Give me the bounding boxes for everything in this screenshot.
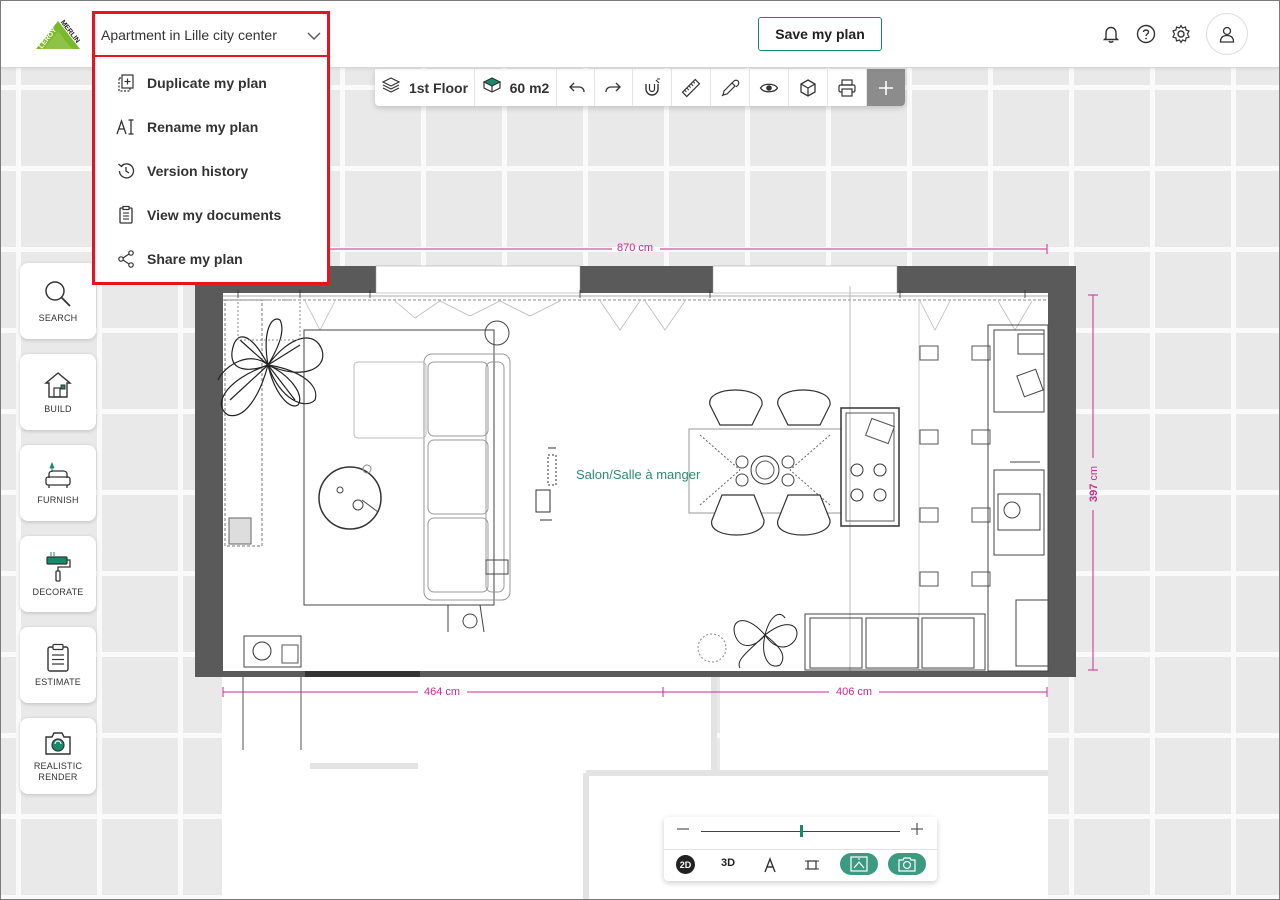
3d-object-button[interactable] [789,69,828,106]
menu-item-label: View my documents [147,207,282,223]
view-2d-button[interactable]: 2D [676,855,695,874]
fit-selection-button[interactable] [803,856,821,874]
divider [664,849,937,850]
save-plan-button[interactable]: Save my plan [758,17,882,51]
dimension-bottom-left-unit: cm [445,686,461,698]
zoom-slider-handle[interactable] [799,825,803,837]
snapshot-button[interactable] [888,853,926,875]
dimension-bottom-right-unit: cm [857,686,873,698]
menu-item-label: Version history [147,163,249,179]
duplicate-icon [115,72,137,94]
plus-icon [879,80,893,95]
dimension-right: 397 cm [1088,466,1100,502]
dimension-bottom-left: 464 cm [424,686,460,698]
dimension-top-value: 870 [617,242,636,254]
history-icon [115,160,137,182]
undo-button[interactable] [557,69,595,106]
menu-item-duplicate[interactable]: Duplicate my plan [95,61,327,105]
zoom-in-button[interactable] [910,822,924,841]
zoom-out-button[interactable] [676,822,690,841]
menu-item-label: Share my plan [147,251,243,267]
gear-icon[interactable] [1169,22,1193,46]
user-avatar-button[interactable] [1206,13,1248,55]
help-icon[interactable] [1134,22,1158,46]
eye-icon [759,83,779,92]
plan-options-menu: Duplicate my plan Rename my plan Version… [92,57,330,285]
rename-icon [115,116,137,138]
room-label[interactable]: Salon/Salle à manger [576,467,700,482]
dimension-bottom-right-value: 406 [836,686,855,698]
user-icon [1219,26,1235,43]
dimension-right-unit: cm [1088,465,1101,481]
plan-title: Apartment in Lille city center [101,26,277,43]
redo-icon [604,82,621,92]
view-controls-panel: 2D 3D [664,817,937,881]
eyedropper-icon [721,79,740,96]
view-3d-button[interactable]: 3D [721,857,735,869]
share-icon [115,248,137,270]
dimension-top: 870 cm [617,242,653,254]
text-a-icon [764,857,776,873]
magnet-icon [645,78,660,96]
cube-icon [800,78,816,97]
fit-to-screen-button[interactable] [840,853,878,875]
menu-item-documents[interactable]: View my documents [95,193,327,237]
redo-button[interactable] [595,69,633,106]
visibility-button[interactable] [750,69,789,106]
fit-screen-icon [850,856,868,872]
floor-selector[interactable]: 1st Floor [375,69,475,106]
printer-icon [838,78,856,97]
dimension-bottom-right: 406 cm [836,686,872,698]
dimension-right-value: 397 [1088,483,1101,503]
plan-toolbar: 1st Floor 60 m2 [375,69,905,106]
add-button[interactable] [867,69,905,106]
area-display[interactable]: 60 m2 [475,69,557,106]
floor-icon [381,76,401,99]
dimension-bottom-left-value: 464 [424,686,443,698]
annotation-tool-button[interactable] [761,856,779,874]
menu-item-label: Duplicate my plan [147,75,267,91]
minus-icon [677,828,689,830]
undo-icon [568,82,585,92]
print-button[interactable] [828,69,867,106]
menu-item-share[interactable]: Share my plan [95,237,327,281]
plan-title-dropdown[interactable]: Apartment in Lille city center [92,11,330,58]
floor-label: 1st Floor [408,79,469,96]
chevron-up-icon [307,28,321,46]
menu-item-rename[interactable]: Rename my plan [95,105,327,149]
lower-room-right [720,676,1048,776]
frame-select-icon [805,860,819,870]
view-mode-row: 2D 3D [664,853,937,877]
eyedropper-button[interactable] [711,69,750,106]
magnet-snap-button[interactable] [633,69,672,106]
brand-logo[interactable]: LEROY MERLIN [32,15,80,51]
measure-button[interactable] [672,69,711,106]
plus-icon [911,823,923,835]
dimension-top-unit: cm [638,242,654,254]
ruler-icon [681,78,701,97]
documents-icon [115,204,137,226]
area-label: 60 m2 [509,79,550,96]
bell-icon[interactable] [1099,22,1123,46]
menu-item-version-history[interactable]: Version history [95,149,327,193]
menu-item-label: Rename my plan [147,119,259,135]
area-icon [482,76,502,99]
camera-icon [898,857,916,872]
